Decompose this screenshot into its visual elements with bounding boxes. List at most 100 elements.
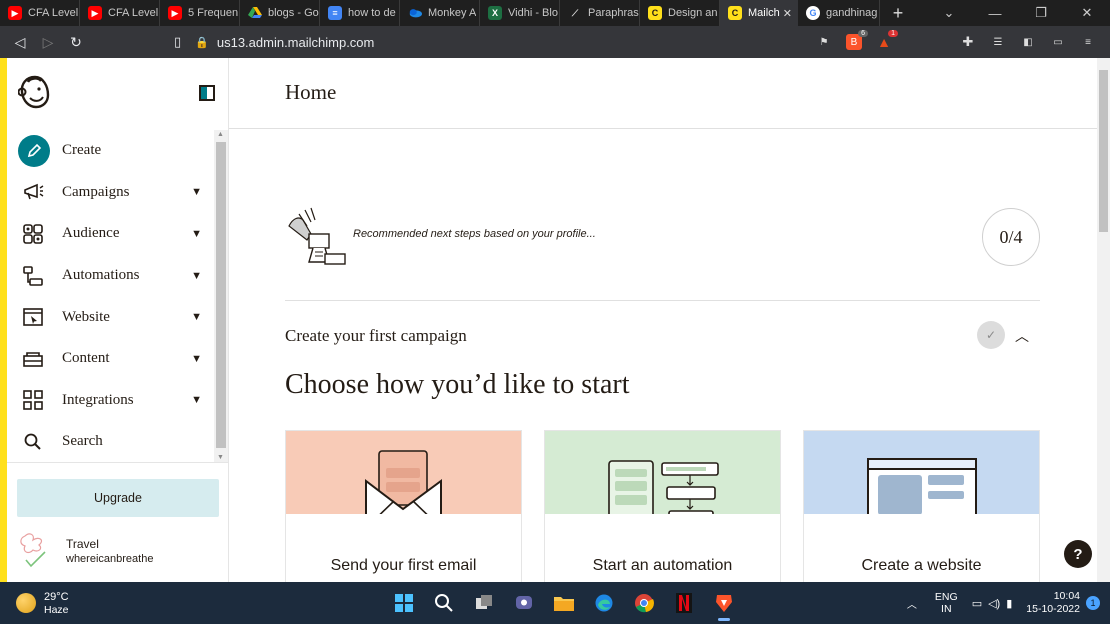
search-icon[interactable] bbox=[428, 587, 460, 619]
weather-haze-icon bbox=[16, 593, 36, 613]
sidebar-item-label: Content bbox=[62, 350, 110, 367]
forward-icon[interactable]: ▷ bbox=[34, 34, 62, 51]
chrome-icon[interactable] bbox=[628, 587, 660, 619]
task-view-icon[interactable] bbox=[468, 587, 500, 619]
section-title: Create your first campaign bbox=[285, 326, 467, 345]
windows-start-icon[interactable] bbox=[388, 587, 420, 619]
tab-blogs[interactable]: blogs - Go bbox=[240, 0, 320, 26]
playlist-icon[interactable]: ☰ bbox=[990, 34, 1006, 50]
sidebar-toggle-icon[interactable]: ◧ bbox=[1020, 34, 1036, 50]
progress-ring: 0/4 bbox=[982, 208, 1040, 266]
sidebar-scrollbar[interactable]: ▲ ▼ bbox=[214, 130, 228, 462]
new-tab-button[interactable]: + bbox=[880, 0, 916, 26]
help-button[interactable]: ? bbox=[1064, 540, 1092, 568]
tab-how-to-de[interactable]: ≡ how to de bbox=[320, 0, 400, 26]
weather-widget[interactable]: 29°C Haze bbox=[16, 591, 126, 617]
brave-browser-icon[interactable] bbox=[708, 587, 740, 621]
battery-icon[interactable]: ▮ bbox=[1006, 597, 1012, 610]
youtube-icon: ▶ bbox=[168, 6, 182, 20]
card-start-automation[interactable]: Start an automation bbox=[544, 430, 781, 582]
card-label: Create a website bbox=[861, 557, 982, 574]
tab-monkey[interactable]: Monkey A bbox=[400, 0, 480, 26]
close-window-icon[interactable]: ✕ bbox=[1064, 5, 1110, 21]
tab-cfa-level-2[interactable]: ▶ CFA Level bbox=[80, 0, 160, 26]
shields-off-icon[interactable]: ⚑ bbox=[816, 34, 832, 50]
sidebar-item-campaigns[interactable]: Campaigns ▼ bbox=[7, 172, 214, 214]
tab-title: Paraphras bbox=[588, 7, 639, 19]
sidebar-item-search[interactable]: Search bbox=[7, 421, 214, 463]
google-docs-icon: ≡ bbox=[328, 6, 342, 20]
upgrade-button[interactable]: Upgrade bbox=[17, 479, 219, 517]
tab-search-chevron-icon[interactable]: ⌄ bbox=[926, 5, 972, 21]
brand-strip bbox=[0, 58, 7, 582]
scroll-up-icon[interactable]: ▲ bbox=[217, 131, 224, 138]
collapse-sidebar-icon[interactable] bbox=[199, 85, 215, 101]
close-tab-icon[interactable]: ✕ bbox=[783, 7, 792, 20]
card-label: Start an automation bbox=[592, 557, 733, 574]
sidebar-item-integrations[interactable]: Integrations ▼ bbox=[7, 380, 214, 422]
lock-icon[interactable]: 🔒 bbox=[195, 36, 209, 49]
chevron-up-icon[interactable]: ︿ bbox=[1015, 326, 1029, 346]
brave-shield-icon[interactable]: B6 bbox=[846, 30, 868, 50]
sidebar-item-automations[interactable]: Automations ▼ bbox=[7, 255, 214, 297]
weather-condition: Haze bbox=[44, 604, 69, 616]
sidebar-item-label: Search bbox=[62, 433, 103, 450]
scroll-down-icon[interactable]: ▼ bbox=[217, 454, 224, 461]
menu-icon[interactable]: ≡ bbox=[1080, 34, 1096, 50]
reload-icon[interactable]: ↻ bbox=[62, 34, 90, 51]
sidebar-item-label: Campaigns bbox=[62, 183, 130, 200]
content-icon bbox=[21, 347, 45, 371]
high-five-illustration-icon bbox=[288, 207, 346, 265]
scrollbar-thumb[interactable] bbox=[1099, 70, 1108, 232]
tab-design[interactable]: C Design an bbox=[640, 0, 720, 26]
choose-heading: Choose how you’d like to start bbox=[285, 369, 630, 400]
tab-vidhi[interactable]: X Vidhi - Blo bbox=[480, 0, 560, 26]
scrollbar-thumb[interactable] bbox=[216, 142, 226, 448]
minimize-icon[interactable]: — bbox=[972, 6, 1018, 21]
tray-icons: ▭ ◁) ▮ bbox=[972, 597, 1013, 610]
sidebar-divider bbox=[7, 462, 229, 463]
tab-paraphrase[interactable]: ⟋ Paraphras bbox=[560, 0, 640, 26]
recommendations-panel: Recommended next steps based on your pro… bbox=[285, 206, 1040, 300]
teams-chat-icon[interactable] bbox=[508, 587, 540, 619]
notification-badge[interactable]: 1 bbox=[1086, 596, 1100, 610]
clock-time: 10:04 bbox=[1053, 590, 1080, 602]
card-send-email[interactable]: Send your first email bbox=[285, 430, 522, 582]
clock[interactable]: 10:04 15-10-2022 bbox=[1026, 590, 1080, 616]
edge-icon[interactable] bbox=[588, 587, 620, 619]
back-icon[interactable]: ◁ bbox=[6, 34, 34, 51]
extensions-icon[interactable]: ✚ bbox=[960, 34, 976, 50]
language-indicator[interactable]: ENG IN bbox=[935, 591, 958, 615]
restore-icon[interactable]: ❐ bbox=[1018, 5, 1064, 21]
brave-rewards-icon[interactable]: ▲ 1 bbox=[876, 30, 898, 50]
tab-mailchimp-active[interactable]: C Mailch ✕ bbox=[720, 0, 798, 26]
sidebar-item-content[interactable]: Content ▼ bbox=[7, 338, 214, 380]
sidebar-item-website[interactable]: Website ▼ bbox=[7, 296, 214, 338]
tab-gandhinagar[interactable]: G gandhinag bbox=[798, 0, 880, 26]
chevron-down-icon: ▼ bbox=[191, 186, 202, 199]
page-viewport: Create Campaigns ▼ Audience ▼ Automation… bbox=[0, 58, 1110, 582]
mailchimp-icon: C bbox=[728, 6, 742, 20]
tab-title: CFA Level bbox=[28, 7, 79, 19]
address-bar[interactable]: us13.admin.mailchimp.com bbox=[217, 35, 375, 50]
sidebar-item-audience[interactable]: Audience ▼ bbox=[7, 213, 214, 255]
tab-title: CFA Level bbox=[108, 7, 159, 19]
tab-5-frequent[interactable]: ▶ 5 Frequen bbox=[160, 0, 240, 26]
file-explorer-icon[interactable] bbox=[548, 587, 580, 619]
account-switcher[interactable]: Travel whereicanbreathe bbox=[17, 530, 219, 570]
volume-icon[interactable]: ◁) bbox=[988, 597, 1000, 610]
sidebar: Create Campaigns ▼ Audience ▼ Automation… bbox=[0, 58, 229, 582]
monitor-icon[interactable]: ▭ bbox=[972, 597, 982, 610]
bookmark-icon[interactable]: ▯ bbox=[174, 34, 181, 50]
taskbar-apps bbox=[388, 587, 740, 621]
show-hidden-icons-icon[interactable]: ︿ bbox=[907, 596, 917, 611]
wallet-icon[interactable]: ▭ bbox=[1050, 34, 1066, 50]
tab-title: 5 Frequen bbox=[188, 7, 239, 19]
netflix-icon[interactable] bbox=[668, 587, 700, 619]
tab-cfa-level-1[interactable]: ▶ CFA Level bbox=[0, 0, 80, 26]
main-scrollbar[interactable] bbox=[1097, 58, 1110, 582]
mailchimp-logo-icon[interactable] bbox=[18, 74, 52, 110]
card-create-website[interactable]: Create a website bbox=[803, 430, 1040, 582]
sidebar-item-create[interactable]: Create bbox=[7, 130, 214, 172]
youtube-icon: ▶ bbox=[8, 6, 22, 20]
